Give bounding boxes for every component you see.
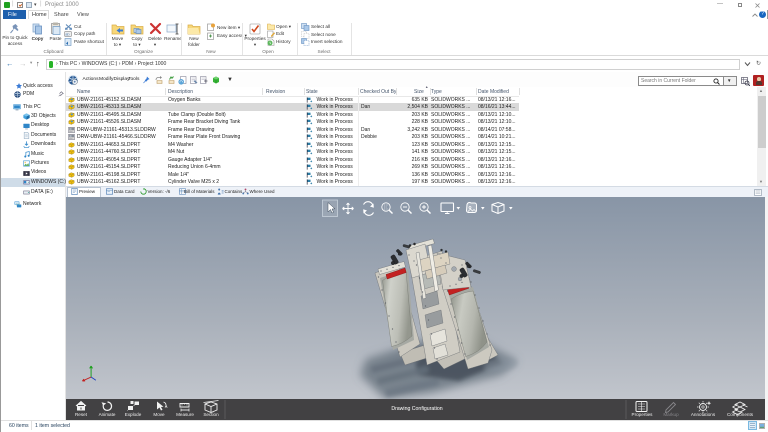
svg-text:ab: ab bbox=[65, 32, 70, 37]
